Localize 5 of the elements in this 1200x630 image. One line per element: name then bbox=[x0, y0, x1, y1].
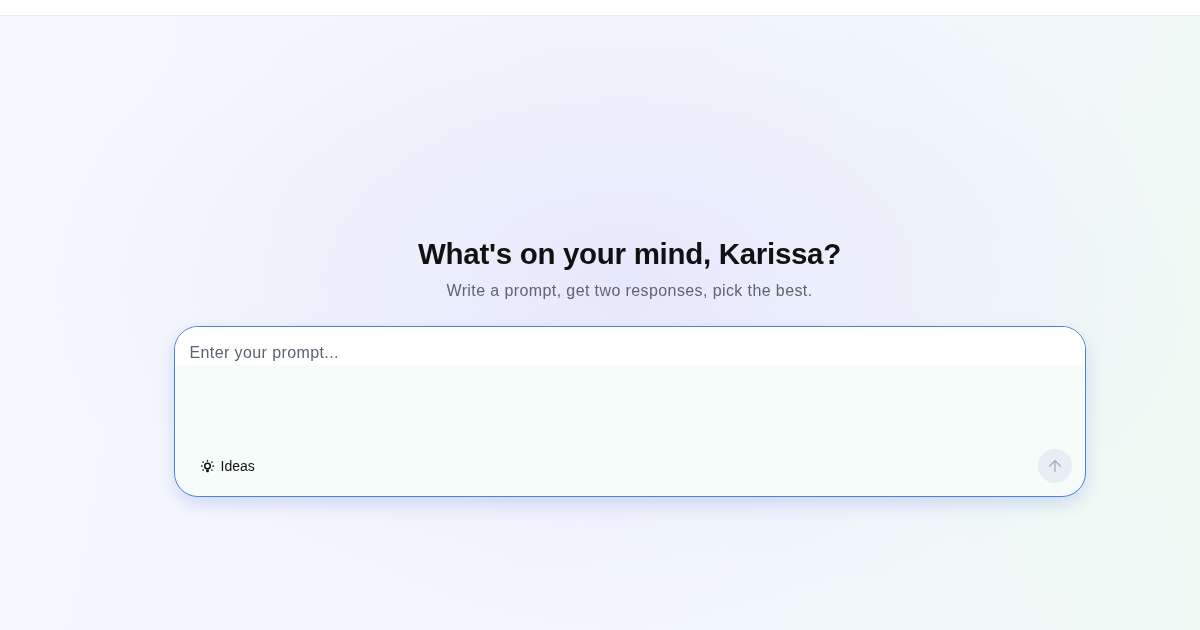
ideas-button[interactable]: Ideas bbox=[191, 453, 263, 479]
subtitle-text: Write a prompt, get two responses, pick the best. bbox=[446, 281, 813, 301]
lightbulb-icon bbox=[199, 458, 215, 474]
prompt-field[interactable]: Enter your prompt... bbox=[174, 327, 1085, 365]
greeting-heading: What's on your mind, Karissa? bbox=[418, 236, 841, 272]
